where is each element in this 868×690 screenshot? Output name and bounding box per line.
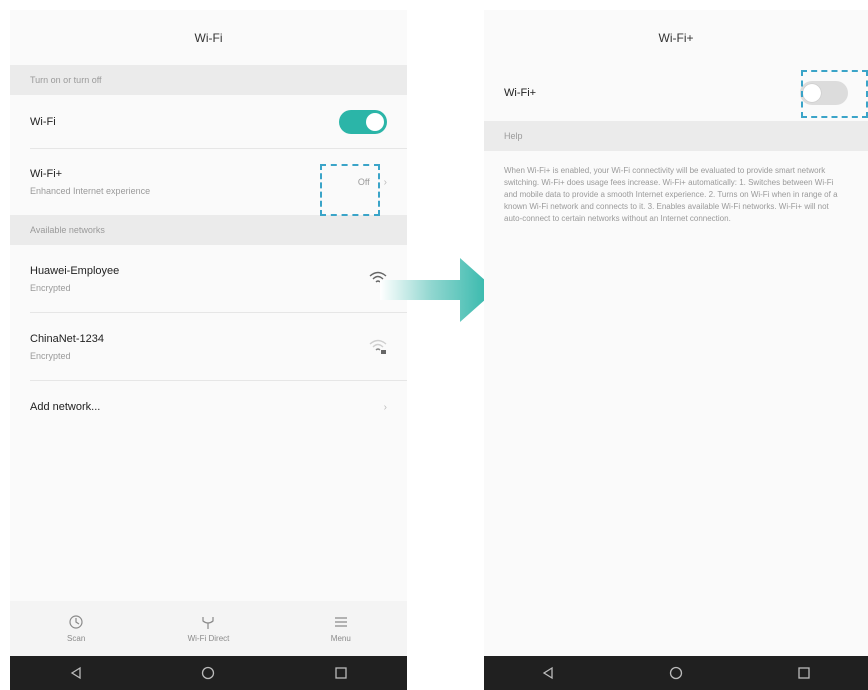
network-status: Encrypted (30, 283, 71, 293)
section-header-networks: Available networks (10, 215, 407, 245)
add-network-label: Add network... (30, 401, 101, 413)
menu-icon (334, 617, 347, 627)
menu-label: Menu (330, 634, 351, 643)
network-name: ChinaNet-1234 (30, 333, 104, 345)
scan-label: Scan (67, 634, 86, 643)
bottom-action-bar: Scan Wi-Fi Direct Menu (10, 601, 407, 656)
help-text: When Wi-Fi+ is enabled, your Wi-Fi conne… (504, 166, 838, 223)
recents-icon[interactable] (797, 666, 811, 680)
menu-button[interactable]: Menu (301, 614, 381, 643)
add-network-row[interactable]: Add network... › (10, 381, 407, 433)
system-nav-bar (484, 656, 868, 690)
wifi-direct-icon (202, 617, 215, 629)
wifi-toggle[interactable] (339, 110, 387, 134)
wifiplus-label: Wi-Fi+ (504, 87, 537, 99)
wifiplus-subtitle: Enhanced Internet experience (30, 186, 151, 196)
network-item[interactable]: Huawei-Employee Encrypted (10, 245, 407, 313)
network-status: Encrypted (30, 351, 71, 361)
wifi-settings-screen: Wi-Fi Turn on or turn off Wi-Fi Wi-Fi+ E… (10, 10, 407, 690)
recents-icon[interactable] (334, 666, 348, 680)
scan-button[interactable]: Scan (36, 614, 116, 643)
back-icon[interactable] (69, 666, 83, 680)
back-icon[interactable] (541, 666, 555, 680)
section-header-toggle: Turn on or turn off (10, 65, 407, 95)
home-icon[interactable] (669, 666, 683, 680)
network-name: Huawei-Employee (30, 265, 120, 277)
chevron-right-icon: › (383, 401, 387, 413)
wifi-direct-label: Wi-Fi Direct (187, 634, 230, 643)
wifiplus-label: Wi-Fi+ (30, 168, 63, 180)
page-title: Wi-Fi (10, 10, 407, 65)
highlight-box (320, 164, 380, 216)
page-title: Wi-Fi+ (484, 10, 868, 65)
system-nav-bar (10, 656, 407, 690)
highlight-box (801, 70, 868, 118)
wifi-row[interactable]: Wi-Fi (10, 95, 407, 149)
network-item[interactable]: ChinaNet-1234 Encrypted (10, 313, 407, 381)
chevron-right-icon: › (383, 176, 387, 188)
home-icon[interactable] (201, 666, 215, 680)
toggle-knob (366, 113, 384, 131)
wifi-weak-locked-icon (369, 339, 387, 354)
wifi-label: Wi-Fi (30, 116, 56, 128)
arrow-right-icon (380, 258, 496, 322)
wifi-direct-button[interactable]: Wi-Fi Direct (168, 614, 248, 643)
section-header-help: Help (484, 121, 868, 151)
scan-icon (69, 615, 83, 629)
